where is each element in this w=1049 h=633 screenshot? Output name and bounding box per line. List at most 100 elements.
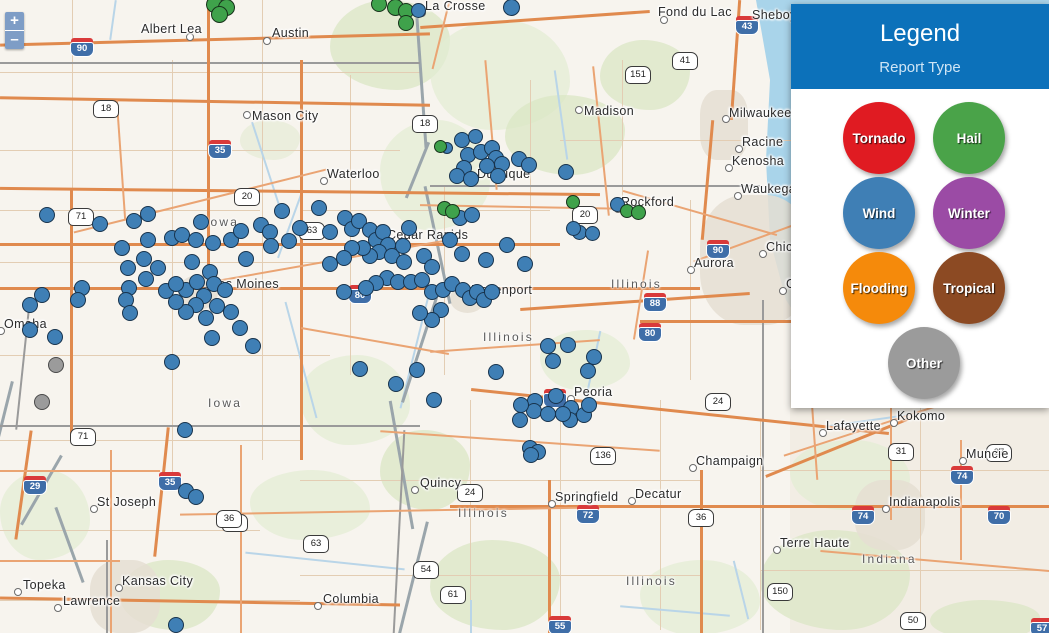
storm-report-dot-wind[interactable] [204,330,220,346]
legend-item-tropical[interactable]: Tropical [933,252,1005,324]
storm-report-dot-wind[interactable] [193,214,209,230]
storm-report-dot-wind[interactable] [188,489,204,505]
storm-report-dot-wind[interactable] [322,256,338,272]
legend-item-tornado[interactable]: Tornado [843,102,915,174]
storm-report-dot-wind[interactable] [442,232,458,248]
storm-report-dot-wind[interactable] [184,254,200,270]
storm-report-dot-wind[interactable] [47,329,63,345]
legend-item-hail[interactable]: Hail [933,102,1005,174]
storm-report-dot-wind[interactable] [467,128,483,144]
zoom-out-button[interactable]: – [5,31,24,49]
storm-report-dot-other[interactable] [48,357,64,373]
shield-number: 41 [679,55,691,66]
storm-report-dot-wind[interactable] [396,254,412,270]
storm-report-dot-hail[interactable] [398,15,414,31]
storm-report-dot-wind[interactable] [540,338,556,354]
storm-report-dot-wind[interactable] [412,305,428,321]
storm-report-dot-wind[interactable] [478,252,494,268]
storm-report-dot-wind[interactable] [140,206,156,222]
storm-report-dot-wind[interactable] [555,406,571,422]
county-line [0,262,330,263]
storm-report-dot-wind[interactable] [122,305,138,321]
storm-report-dot-wind[interactable] [488,364,504,380]
storm-report-dot-wind[interactable] [198,310,214,326]
storm-report-dot-wind[interactable] [233,223,249,239]
storm-report-dot-wind[interactable] [223,304,239,320]
storm-report-dot-wind[interactable] [523,447,539,463]
storm-report-dot-wind[interactable] [580,363,596,379]
storm-report-dot-wind[interactable] [409,362,425,378]
city-marker [411,486,419,494]
storm-report-dot-wind[interactable] [540,406,556,422]
storm-report-dot-hail[interactable] [566,195,580,209]
storm-report-dot-wind[interactable] [281,233,297,249]
storm-report-dot-wind[interactable] [464,207,480,223]
legend-item-flooding[interactable]: Flooding [843,252,915,324]
storm-report-dot-other[interactable] [34,394,50,410]
storm-report-dot-wind[interactable] [114,240,130,256]
storm-report-dot-wind[interactable] [358,280,374,296]
zoom-controls[interactable]: + – [5,12,24,49]
storm-report-dot-wind[interactable] [311,200,327,216]
storm-report-dot-wind[interactable] [39,207,55,223]
storm-report-dot-hail[interactable] [630,204,646,220]
storm-report-dot-wind[interactable] [150,260,166,276]
storm-report-dot-wind[interactable] [558,164,574,180]
storm-report-dot-wind[interactable] [560,337,576,353]
city-label: Peoria [574,385,613,399]
storm-report-dot-hail[interactable] [444,203,460,219]
storm-report-dot-wind[interactable] [168,276,184,292]
storm-report-dot-wind[interactable] [401,220,417,236]
storm-report-dot-wind[interactable] [521,157,537,173]
storm-report-dot-wind[interactable] [292,220,308,236]
storm-report-dot-wind[interactable] [177,422,193,438]
storm-report-dot-wind[interactable] [410,2,426,18]
storm-report-dot-wind[interactable] [395,238,411,254]
storm-report-dot-wind[interactable] [513,397,529,413]
storm-report-dot-hail[interactable] [210,5,228,23]
storm-report-dot-wind[interactable] [463,171,479,187]
storm-report-dot-wind[interactable] [120,260,136,276]
storm-report-dot-wind[interactable] [205,235,221,251]
storm-report-dot-wind[interactable] [581,397,597,413]
zoom-in-button[interactable]: + [5,12,24,31]
storm-report-dot-wind[interactable] [484,284,500,300]
storm-report-dot-hail[interactable] [433,139,447,153]
storm-report-dot-wind[interactable] [548,388,564,404]
storm-report-dot-wind[interactable] [188,232,204,248]
storm-report-dot-wind[interactable] [352,361,368,377]
storm-report-dot-wind[interactable] [517,256,533,272]
legend-item-winter[interactable]: Winter [933,177,1005,249]
storm-report-dot-wind[interactable] [499,237,515,253]
storm-report-dot-wind[interactable] [490,168,506,184]
storm-report-dot-wind[interactable] [388,376,404,392]
storm-report-dot-wind[interactable] [274,203,290,219]
storm-report-dot-wind[interactable] [454,246,470,262]
storm-report-dot-wind[interactable] [512,412,528,428]
storm-report-dot-wind[interactable] [168,617,184,633]
storm-report-dot-wind[interactable] [336,250,352,266]
legend-item-wind[interactable]: Wind [843,177,915,249]
storm-report-dot-wind[interactable] [238,251,254,267]
storm-report-dot-wind[interactable] [502,0,520,16]
storm-report-dot-wind[interactable] [70,292,86,308]
storm-report-dot-wind[interactable] [245,338,261,354]
storm-report-dot-wind[interactable] [426,392,442,408]
storm-report-dot-wind[interactable] [565,220,581,236]
us-71-route [70,190,73,440]
legend-item-other[interactable]: Other [888,327,960,399]
storm-report-dot-wind[interactable] [322,224,338,240]
storm-report-dot-wind[interactable] [164,354,180,370]
storm-report-dot-wind[interactable] [22,322,38,338]
legend-panel[interactable]: Legend Report Type Tornado Hail Wind Winter… [791,4,1049,408]
interstate-shield-icon: 80 [638,323,662,342]
storm-report-dot-wind[interactable] [22,297,38,313]
storm-report-dot-wind[interactable] [232,320,248,336]
storm-report-dot-wind[interactable] [92,216,108,232]
storm-report-dot-wind[interactable] [217,282,233,298]
storm-report-dot-wind[interactable] [140,232,156,248]
storm-report-dot-wind[interactable] [336,284,352,300]
storm-report-dot-wind[interactable] [545,353,561,369]
storm-report-dot-wind[interactable] [263,238,279,254]
storm-report-dot-wind[interactable] [584,225,600,241]
